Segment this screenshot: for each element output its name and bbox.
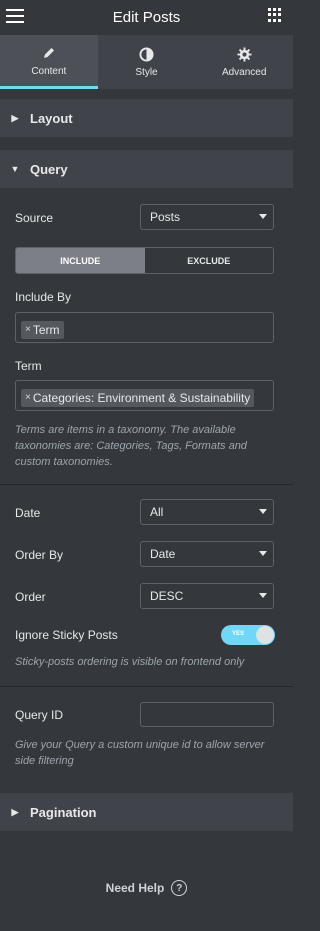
- remove-tag-icon[interactable]: ×: [25, 324, 31, 335]
- tab-content-label: Content: [31, 65, 67, 77]
- include-by-label: Include By: [15, 290, 72, 304]
- sticky-label: Ignore Sticky Posts: [15, 628, 118, 642]
- date-select[interactable]: All: [140, 499, 274, 525]
- tab-content[interactable]: Content: [0, 35, 98, 89]
- sticky-help-text: Sticky-posts ordering is visible on fron…: [15, 656, 245, 668]
- order-select[interactable]: DESC: [140, 583, 274, 609]
- queryid-input[interactable]: [140, 702, 274, 727]
- term-tag-label: Categories: Environment & Sustainability: [32, 390, 251, 405]
- term-field[interactable]: × Categories: Environment & Sustainabili…: [15, 380, 274, 411]
- include-by-tag-label: Term: [32, 322, 60, 337]
- tab-style[interactable]: Style: [98, 35, 196, 89]
- include-by-tag: × Term: [21, 320, 64, 339]
- caret-right-icon: ▶: [11, 806, 19, 817]
- question-circle-icon: ?: [171, 880, 188, 896]
- source-select-value: Posts: [150, 210, 181, 224]
- date-label: Date: [15, 506, 41, 520]
- caret-down-icon: ▼: [10, 164, 20, 174]
- source-select[interactable]: Posts: [140, 204, 274, 230]
- tab-style-label: Style: [135, 67, 158, 78]
- include-by-field[interactable]: × Term: [15, 312, 274, 343]
- term-help-text: Terms are items in a taxonomy. The avail…: [15, 424, 247, 468]
- contrast-icon: [139, 46, 154, 62]
- order-select-value: DESC: [150, 589, 184, 603]
- tab-advanced[interactable]: Advanced: [195, 35, 293, 89]
- remove-tag-icon[interactable]: ×: [25, 392, 31, 403]
- menu-icon[interactable]: [6, 9, 24, 23]
- panel-tabs: Content Style Advanced: [0, 35, 293, 89]
- source-label: Source: [15, 211, 54, 225]
- exclude-button[interactable]: EXCLUDE: [144, 248, 273, 273]
- date-select-value: All: [150, 505, 164, 519]
- toggle-yes-text: YES: [232, 631, 245, 637]
- section-layout-label: Layout: [30, 110, 73, 126]
- queryid-label: Query ID: [15, 708, 64, 722]
- divider: [0, 686, 293, 687]
- dropdown-arrow-icon: [259, 551, 267, 556]
- include-button[interactable]: INCLUDE: [16, 248, 145, 273]
- top-bar: Edit Posts: [0, 0, 293, 35]
- section-layout[interactable]: ▶ Layout: [0, 99, 293, 137]
- need-help-link[interactable]: Need Help ?: [0, 880, 293, 896]
- section-pagination[interactable]: ▶ Pagination: [0, 793, 293, 831]
- queryid-help-text: Give your Query a custom unique id to al…: [15, 739, 265, 767]
- sticky-toggle[interactable]: YES: [221, 625, 275, 645]
- section-query-label: Query: [30, 161, 68, 177]
- orderby-select-value: Date: [150, 547, 176, 561]
- section-query[interactable]: ▼ Query: [0, 150, 293, 188]
- section-pagination-label: Pagination: [30, 804, 97, 820]
- caret-right-icon: ▶: [11, 112, 19, 123]
- apps-grid-icon[interactable]: [268, 8, 282, 22]
- orderby-select[interactable]: Date: [140, 541, 274, 567]
- need-help-label: Need Help: [105, 881, 165, 895]
- tab-advanced-label: Advanced: [221, 67, 267, 78]
- divider: [0, 484, 293, 485]
- dropdown-arrow-icon: [259, 214, 267, 219]
- include-exclude-switch: INCLUDE EXCLUDE: [15, 247, 274, 274]
- term-tag: × Categories: Environment & Sustainabili…: [21, 388, 255, 407]
- toggle-knob: [256, 626, 274, 644]
- page-title: Edit Posts: [112, 9, 181, 26]
- dropdown-arrow-icon: [259, 509, 267, 514]
- dropdown-arrow-icon: [259, 593, 267, 598]
- pencil-icon: [42, 45, 56, 61]
- orderby-label: Order By: [15, 548, 64, 562]
- order-label: Order: [15, 590, 46, 604]
- term-label: Term: [15, 359, 42, 373]
- gear-icon: [237, 46, 252, 62]
